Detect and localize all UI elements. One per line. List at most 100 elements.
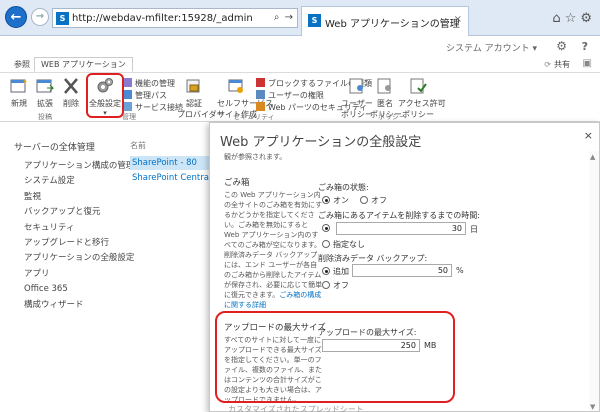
recycle-off-label: オフ <box>371 196 387 205</box>
focus-content-icon[interactable]: ▣ <box>583 58 592 69</box>
browser-toolbar-icons[interactable]: ⌂☆⚙ <box>552 11 596 26</box>
dialog-scrollbar[interactable]: ▲ ▼ <box>589 151 599 411</box>
dialog-intro-text: 観が参照されます。 <box>224 153 287 161</box>
sharepoint-favicon-icon: S <box>56 12 69 25</box>
delete-after-days-radio[interactable] <box>322 224 333 233</box>
share-icon: ⟳ <box>544 60 551 69</box>
home-icon[interactable]: ⌂ <box>552 11 564 26</box>
nav-item-upgrade-migration[interactable]: アップグレードと移行 <box>14 236 134 251</box>
anonymous-policy-icon <box>377 78 391 94</box>
managed-paths-label: 管理パス <box>135 91 167 100</box>
tab-close-icon[interactable]: × <box>454 14 462 25</box>
manage-features-button[interactable]: 機能の管理 <box>123 78 175 89</box>
user-policy-button[interactable]: ユーザー ポリシー <box>341 76 373 120</box>
recycle-on-label: オン <box>333 196 349 205</box>
general-settings-highlight <box>86 73 124 118</box>
second-stage-add-radio[interactable]: 追加 <box>322 266 349 277</box>
next-section-title: カスタマイズされたスプレッドシート <box>228 405 364 412</box>
nav-item-monitoring[interactable]: 監視 <box>14 190 134 205</box>
tools-gear-icon[interactable]: ⚙ <box>580 11 596 26</box>
permission-policy-icon <box>410 78 427 94</box>
second-stage-label: 削除済みデータ バックアップ: <box>318 254 428 263</box>
service-connections-icon <box>123 102 132 111</box>
add-label: 追加 <box>333 267 349 276</box>
managed-paths-icon <box>123 90 132 99</box>
new-app-icon: ✦ <box>10 78 28 93</box>
sharepoint-tab-icon: S <box>308 14 321 27</box>
nav-item-configuration-wizards[interactable]: 構成ウィザード <box>14 298 134 313</box>
nav-item-general-application-settings[interactable]: アプリケーションの全般設定 <box>14 251 134 266</box>
scroll-down-icon[interactable]: ▼ <box>590 403 595 411</box>
nav-header-central-admin[interactable]: サーバーの全体管理 <box>14 140 134 153</box>
web-part-security-icon <box>256 102 265 111</box>
help-icon[interactable]: ? <box>582 40 588 53</box>
upload-size-highlight <box>215 311 455 403</box>
ribbon-group-security: セキュリティ <box>233 113 275 121</box>
dialog-close-icon[interactable]: × <box>584 129 593 142</box>
second-stage-percent-input[interactable]: 50 <box>352 264 452 277</box>
user-menu[interactable]: システム アカウント ▾ <box>446 41 537 54</box>
recycle-bin-off-radio[interactable]: オフ <box>360 195 387 206</box>
days-unit: 日 <box>470 225 478 234</box>
managed-paths-button[interactable]: 管理パス <box>123 90 167 101</box>
user-permissions-label: ユーザーの権限 <box>268 91 324 100</box>
user-permissions-icon <box>256 90 265 99</box>
radio-selected-icon <box>322 224 330 232</box>
list-item[interactable]: SharePoint Central A <box>130 170 210 186</box>
suite-bar: システム アカウント ▾ ⚙ ? <box>0 37 600 57</box>
delete-x-icon <box>64 78 78 94</box>
radio-selected-icon <box>322 196 330 204</box>
list-item-selected[interactable]: SharePoint - 80 <box>130 156 210 170</box>
percent-unit: % <box>456 266 464 275</box>
share-label: 共有 <box>554 60 570 69</box>
radio-empty-icon <box>360 196 368 204</box>
share-button[interactable]: ⟳ 共有 <box>544 59 570 70</box>
nav-item-backup-restore[interactable]: バックアップと復元 <box>14 205 134 220</box>
features-icon <box>123 78 132 87</box>
ribbon-group-policy: ポリシー <box>378 113 406 121</box>
address-tools-icon[interactable]: ⌕ → <box>274 12 294 23</box>
column-header-name[interactable]: 名前 <box>130 140 210 151</box>
extend-app-icon <box>36 79 55 93</box>
recycle-bin-section-title: ごみ箱 <box>224 178 250 188</box>
no-limit-radio[interactable]: 指定なし <box>322 239 365 250</box>
tab-web-applications[interactable]: WEB アプリケーション <box>34 57 133 72</box>
left-navigation: サーバーの全体管理 アプリケーション構成の管理 システム設定 監視 バックアップ… <box>14 140 134 313</box>
nav-item-apps[interactable]: アプリ <box>14 267 134 282</box>
settings-gear-icon[interactable]: ⚙ <box>556 39 567 53</box>
delete-after-days-input[interactable]: 30 <box>336 222 466 235</box>
recycle-bin-backup-description: 削除済みデータ バックアップには、エンド ユーザーが各自のごみ箱から削除したアイ… <box>224 250 324 310</box>
recycle-bin-on-radio[interactable]: オン <box>322 195 349 206</box>
second-stage-off-radio[interactable]: オフ <box>322 280 349 291</box>
manage-features-label: 機能の管理 <box>135 79 175 88</box>
delete-button[interactable]: 削除 <box>56 76 86 109</box>
forward-button[interactable]: → <box>31 8 49 26</box>
address-bar[interactable]: S http://webdav-mfilter:15928/_admin/Web… <box>52 8 298 28</box>
user-permissions-button[interactable]: ユーザーの権限 <box>256 90 324 101</box>
address-url[interactable]: http://webdav-mfilter:15928/_admin/WebAp… <box>72 13 252 24</box>
nav-item-system-settings[interactable]: システム設定 <box>14 174 134 189</box>
browser-tab[interactable]: S Web アプリケーションの管理 × <box>301 6 469 36</box>
ribbon-group-contribute: 投稿 <box>38 113 52 121</box>
dialog-title: Web アプリケーションの全般設定 <box>220 135 422 150</box>
radio-selected-icon <box>322 267 330 275</box>
nav-item-office365[interactable]: Office 365 <box>14 282 134 297</box>
scroll-up-icon[interactable]: ▲ <box>590 153 595 161</box>
browser-chrome: ← → S http://webdav-mfilter:15928/_admin… <box>0 0 600 36</box>
tab-title: Web アプリケーションの管理 <box>325 19 460 30</box>
ribbon-tabs: 参照 WEB アプリケーション ⟳ 共有 ▣ <box>0 57 600 73</box>
authentication-providers-button[interactable]: 認証 プロバイダー <box>177 76 225 120</box>
favorites-star-icon[interactable]: ☆ <box>565 11 581 26</box>
back-button[interactable]: ← <box>5 6 27 28</box>
tab-browse[interactable]: 参照 <box>14 59 30 70</box>
svg-text:✦: ✦ <box>22 78 28 86</box>
user-policy-icon <box>349 78 363 94</box>
delete-after-label: ごみ箱にあるアイテムを削除するまでの時間: <box>318 211 480 220</box>
radio-empty-icon <box>322 240 330 248</box>
ribbon-group-manage: 管理 <box>122 113 136 121</box>
self-service-icon <box>228 79 243 93</box>
no-limit-label: 指定なし <box>333 240 365 249</box>
nav-item-security[interactable]: セキュリティ <box>14 221 134 236</box>
service-connections-label: サービス接続 <box>135 103 183 112</box>
nav-item-application-management[interactable]: アプリケーション構成の管理 <box>14 159 134 174</box>
